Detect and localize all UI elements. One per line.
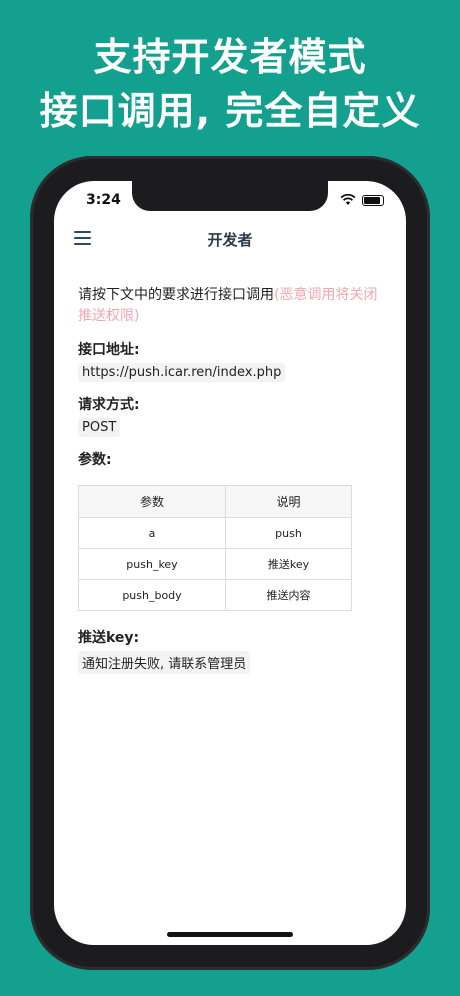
table-cell-desc: push — [225, 517, 352, 549]
headline-line-2: 接口调用, 完全自定义 — [39, 89, 421, 133]
table-cell-param: push_key — [78, 548, 226, 580]
table-row: push_body 推送内容 — [78, 579, 352, 611]
status-icons — [340, 194, 384, 206]
endpoint-label: 接口地址: — [78, 342, 140, 358]
headline-line-1: 支持开发者模式 — [93, 35, 367, 79]
table-header-desc: 说明 — [225, 485, 352, 518]
push-key-value: 通知注册失败, 请联系管理员 — [78, 651, 251, 674]
push-key-label: 推送key: — [78, 630, 140, 646]
developer-content: 请按下文中的要求进行接口调用(恶意调用将关闭推送权限) 接口地址: https:… — [78, 285, 388, 674]
promo-headline: 支持开发者模式 接口调用, 完全自定义 — [0, 30, 460, 138]
table-cell-desc: 推送内容 — [225, 579, 352, 611]
params-label: 参数: — [78, 452, 112, 468]
device-notch — [132, 181, 328, 211]
table-row: a push — [78, 517, 352, 549]
method-value: POST — [78, 418, 121, 437]
app-screen: 3:24 开发者 请按下文中的要求进行接口调用(恶意调用将关闭推送权限) 接口地… — [54, 181, 406, 945]
intro-paragraph: 请按下文中的要求进行接口调用(恶意调用将关闭推送权限) — [78, 285, 388, 327]
battery-icon — [362, 194, 384, 206]
status-time: 3:24 — [86, 192, 121, 208]
home-indicator — [167, 932, 293, 937]
table-header-row: 参数 说明 — [78, 485, 352, 518]
method-label: 请求方式: — [78, 397, 140, 413]
table-cell-desc: 推送key — [225, 548, 352, 580]
table-cell-param: a — [78, 517, 226, 549]
table-row: push_key 推送key — [78, 548, 352, 580]
table-cell-param: push_body — [78, 579, 226, 611]
nav-title: 开发者 — [207, 231, 253, 249]
endpoint-value: https://push.icar.ren/index.php — [78, 363, 286, 382]
wifi-icon — [340, 194, 356, 205]
params-table: 参数 说明 a push push_key 推送key push_body 推送… — [78, 485, 352, 611]
intro-text: 请按下文中的要求进行接口调用 — [78, 287, 274, 303]
table-header-param: 参数 — [78, 485, 226, 518]
navbar: 开发者 — [54, 221, 406, 255]
